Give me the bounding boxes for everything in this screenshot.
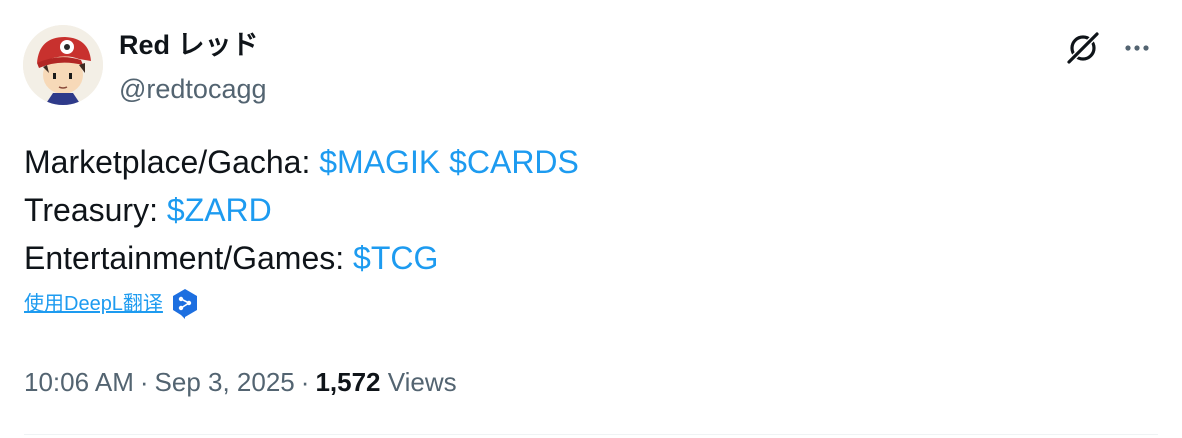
tweet-line: Marketplace/Gacha: $MAGIK $CARDS xyxy=(24,138,579,186)
meta-separator: · xyxy=(139,367,149,397)
tweet-card: Red レッド @redtocagg Marketplace/Gacha: $M… xyxy=(0,0,1182,438)
deepl-icon[interactable] xyxy=(171,288,199,320)
line-label: Marketplace/Gacha: xyxy=(24,144,320,180)
cashtag-link[interactable]: $TCG xyxy=(353,240,438,276)
line-label: Treasury: xyxy=(24,192,167,228)
tweet-line: Entertainment/Games: $TCG xyxy=(24,234,579,282)
tweet-date[interactable]: Sep 3, 2025 xyxy=(155,367,295,397)
translate-label[interactable]: 使用DeepL翻译 xyxy=(24,290,163,318)
more-options-icon[interactable] xyxy=(1117,28,1157,68)
meta-separator: · xyxy=(300,367,310,397)
grok-icon[interactable] xyxy=(1063,28,1103,68)
views-label: Views xyxy=(387,367,457,397)
translate-link[interactable]: 使用DeepL翻译 xyxy=(24,288,199,320)
author-avatar[interactable] xyxy=(23,25,103,105)
views-count: 1,572 xyxy=(315,367,381,397)
tweet-line: Treasury: $ZARD xyxy=(24,186,579,234)
tweet-time[interactable]: 10:06 AM xyxy=(24,367,134,397)
cashtag-link[interactable]: $ZARD xyxy=(167,192,272,228)
tweet-meta: 10:06 AM · Sep 3, 2025 · 1,572 Views xyxy=(24,364,457,400)
cashtag-link[interactable]: $CARDS xyxy=(449,144,579,180)
avatar-image xyxy=(23,25,103,105)
cashtag-link[interactable]: $MAGIK xyxy=(319,144,440,180)
author-display-name[interactable]: Red レッド xyxy=(119,28,267,62)
tweet-text: Marketplace/Gacha: $MAGIK $CARDS Treasur… xyxy=(24,138,579,282)
author-handle[interactable]: @redtocagg xyxy=(119,72,267,106)
author-names: Red レッド @redtocagg xyxy=(119,28,267,106)
line-label: Entertainment/Games: xyxy=(24,240,354,276)
divider xyxy=(24,434,1158,435)
